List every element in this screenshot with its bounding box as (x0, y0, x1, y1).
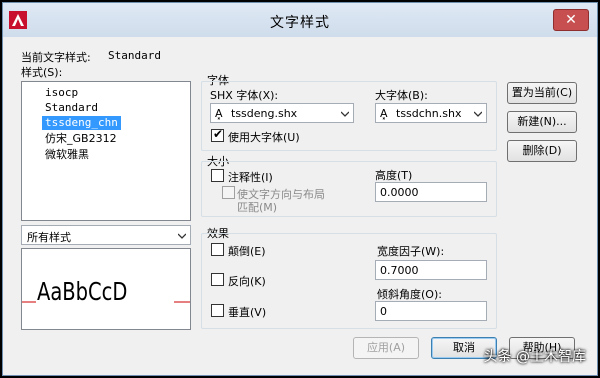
set-current-button[interactable]: 置为当前(C) (507, 82, 577, 104)
watermark: 头条 @土木智库 (483, 349, 586, 365)
font-icon: A͓ (380, 107, 388, 120)
chevron-down-icon (341, 111, 349, 117)
list-item[interactable]: 仿宋_GB2312 (42, 132, 120, 146)
font-icon: A͓ (215, 107, 223, 120)
shx-font-select[interactable]: A͓ tssdeng.shx (210, 103, 354, 123)
current-style-value: Standard (108, 49, 161, 62)
match-orientation-checkbox[interactable] (222, 186, 235, 199)
height-label: 高度(T) (375, 169, 413, 182)
apply-button[interactable]: 应用(A) (353, 337, 419, 359)
title-bar: 文字样式 ✕ (3, 3, 597, 37)
current-style-label: 当前文字样式: (21, 51, 91, 64)
bigfont-label: 大字体(B): (375, 89, 428, 102)
bigfont-value: tssdchn.shx (396, 107, 462, 120)
vertical-checkbox[interactable] (211, 304, 224, 317)
check-mark-icon: ✔ (213, 127, 224, 141)
height-value: 0.0000 (380, 186, 419, 199)
text-style-dialog: 文字样式 ✕ 当前文字样式: Standard 样式(S): isocp Sta… (2, 2, 598, 376)
style-filter-value: 所有样式 (27, 231, 71, 244)
preview-pane: AaBbCcD (21, 248, 191, 330)
height-input[interactable]: 0.0000 (375, 182, 487, 202)
oblique-value: 0 (380, 305, 387, 318)
delete-button[interactable]: 删除(D) (507, 140, 577, 162)
close-button[interactable]: ✕ (553, 9, 589, 31)
upside-down-label: 颠倒(E) (228, 245, 266, 258)
list-item-selected[interactable]: tssdeng_chn (42, 116, 121, 130)
backwards-checkbox[interactable] (211, 273, 224, 286)
match-orientation-label-2: 匹配(M) (237, 201, 278, 214)
dialog-title: 文字样式 (270, 15, 330, 31)
chevron-down-icon (178, 233, 186, 239)
upside-down-checkbox[interactable] (211, 243, 224, 256)
new-button[interactable]: 新建(N)... (507, 111, 577, 133)
use-bigfont-checkbox[interactable]: ✔ (211, 127, 224, 142)
width-factor-input[interactable]: 0.7000 (375, 260, 487, 280)
list-item[interactable]: Standard (42, 101, 101, 115)
bigfont-select[interactable]: A͓ tssdchn.shx (375, 103, 487, 123)
use-bigfont-label: 使用大字体(U) (228, 131, 300, 144)
width-factor-value: 0.7000 (380, 264, 419, 277)
annotative-checkbox[interactable] (211, 169, 224, 182)
chevron-down-icon (474, 111, 482, 117)
annotative-label: 注释性(I) (228, 171, 273, 184)
list-item[interactable]: isocp (42, 86, 81, 100)
preview-text: AaBbCcD (37, 277, 128, 306)
backwards-label: 反向(K) (228, 275, 266, 288)
list-item[interactable]: 微软雅黑 (42, 148, 92, 162)
width-factor-label: 宽度因子(W): (377, 245, 445, 258)
shx-font-value: tssdeng.shx (231, 107, 298, 120)
style-filter-select[interactable]: 所有样式 (21, 225, 191, 245)
styles-label: 样式(S): (21, 66, 63, 79)
styles-list[interactable]: isocp Standard tssdeng_chn 仿宋_GB2312 微软雅… (21, 81, 191, 221)
oblique-label: 倾斜角度(O): (377, 288, 442, 301)
shx-font-label: SHX 字体(X): (210, 89, 279, 102)
vertical-label: 垂直(V) (228, 306, 267, 319)
oblique-input[interactable]: 0 (375, 301, 487, 321)
